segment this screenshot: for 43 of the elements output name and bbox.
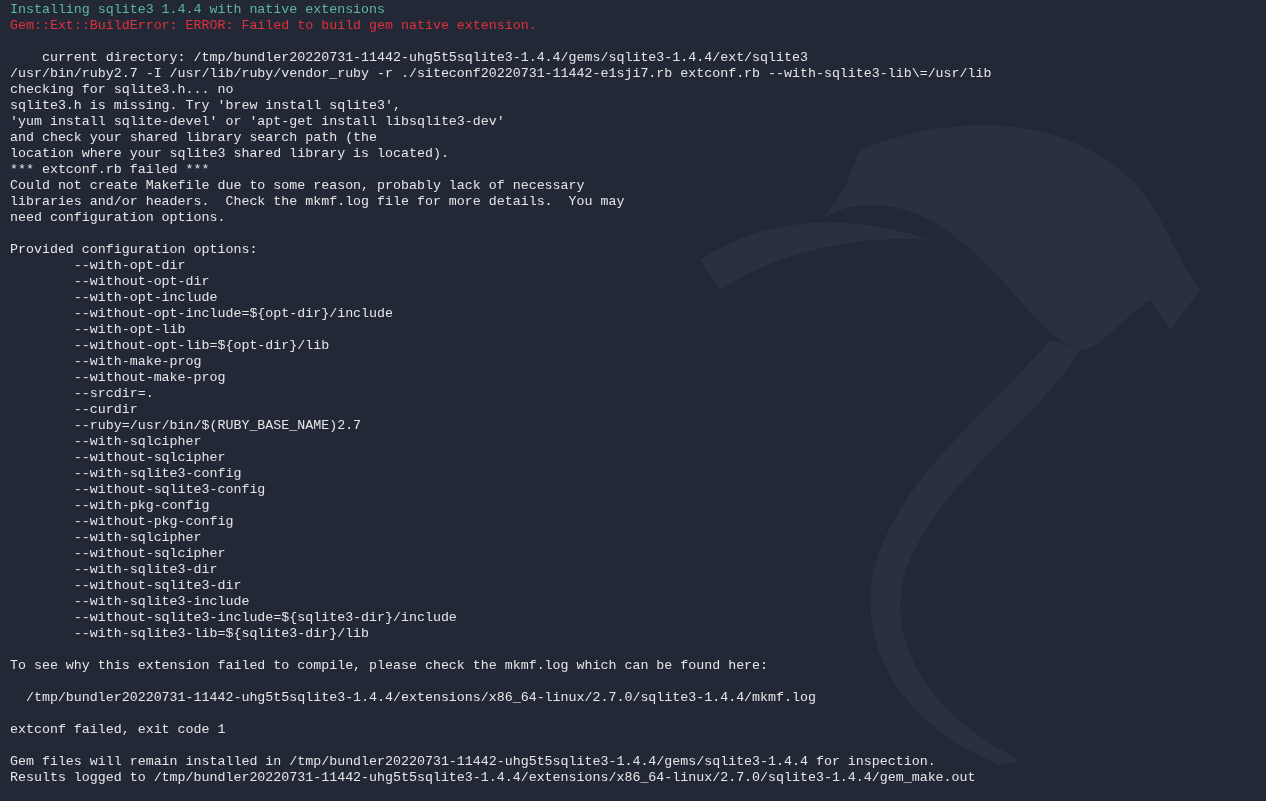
output-line: --with-pkg-config bbox=[72, 498, 210, 513]
output-line: /tmp/bundler20220731-11442-uhg5t5sqlite3-1.4.4/extensions/x86_64-linux/2.7.0/sqlite3-1.4.4/mkmf.log bbox=[24, 690, 816, 705]
output-line: --with-opt-include bbox=[72, 290, 218, 305]
error-line: Gem::Ext::BuildError: ERROR: Failed to build gem native extension. bbox=[10, 18, 537, 33]
output-line: --with-sqlite3-include bbox=[72, 594, 250, 609]
output-line: and check your shared library search path (the bbox=[10, 130, 378, 145]
output-line: location where your sqlite3 shared library is located). bbox=[10, 146, 449, 161]
output-line: --without-make-prog bbox=[72, 370, 226, 385]
output-line: --with-make-prog bbox=[72, 354, 202, 369]
output-line: --ruby=/usr/bin/$(RUBY_BASE_NAME)2.7 bbox=[72, 418, 362, 433]
output-line: libraries and/or headers. Check the mkmf.log file for more details. You may bbox=[10, 194, 625, 209]
output-line: --with-opt-dir bbox=[72, 258, 186, 273]
output-line: --without-sqlite3-include=${sqlite3-dir}/include bbox=[72, 610, 457, 625]
output-line: --without-pkg-config bbox=[72, 514, 234, 529]
output-line: --with-sqlite3-lib=${sqlite3-dir}/lib bbox=[72, 626, 370, 641]
output-line: --with-sqlite3-dir bbox=[72, 562, 218, 577]
output-line: --without-sqlite3-dir bbox=[72, 578, 242, 593]
output-line: Provided configuration options: bbox=[10, 242, 258, 257]
output-line: --with-sqlite3-config bbox=[72, 466, 242, 481]
output-line: Results logged to /tmp/bundler20220731-11442-uhg5t5sqlite3-1.4.4/extensions/x86_64-linux/2.7.0/sqlite3-1.4.4/gem_make.out bbox=[10, 770, 976, 785]
output-line: /usr/bin/ruby2.7 -I /usr/lib/ruby/vendor_ruby -r ./siteconf20220731-11442-e1sji7.rb extconf.rb --with-sqlite3-lib\=/usr/lib bbox=[10, 66, 992, 81]
output-line: --without-sqlcipher bbox=[72, 546, 226, 561]
output-line: --without-sqlite3-config bbox=[72, 482, 266, 497]
output-line: --without-opt-include=${opt-dir}/include bbox=[72, 306, 393, 321]
output-line: *** extconf.rb failed *** bbox=[10, 162, 210, 177]
output-line: Gem files will remain installed in /tmp/bundler20220731-11442-uhg5t5sqlite3-1.4.4/gems/sqlite3-1.4.4 for inspection. bbox=[10, 754, 936, 769]
output-line: --without-opt-lib=${opt-dir}/lib bbox=[72, 338, 330, 353]
output-line: --without-opt-dir bbox=[72, 274, 210, 289]
output-line: --srcdir=. bbox=[72, 386, 154, 401]
output-line: need configuration options. bbox=[10, 210, 226, 225]
output-line: --without-sqlcipher bbox=[72, 450, 226, 465]
output-line: current directory: /tmp/bundler20220731-11442-uhg5t5sqlite3-1.4.4/gems/sqlite3-1.4.4/ext/sqlite3 bbox=[40, 50, 808, 65]
output-line: sqlite3.h is missing. Try 'brew install sqlite3', bbox=[10, 98, 401, 113]
output-line: 'yum install sqlite-devel' or 'apt-get install libsqlite3-dev' bbox=[10, 114, 505, 129]
output-line: Could not create Makefile due to some reason, probably lack of necessary bbox=[10, 178, 585, 193]
output-line: --with-sqlcipher bbox=[72, 530, 202, 545]
status-line: Installing sqlite3 1.4.4 with native extensions bbox=[10, 2, 386, 17]
output-line: To see why this extension failed to compile, please check the mkmf.log which can be found here: bbox=[10, 658, 769, 673]
output-line: extconf failed, exit code 1 bbox=[10, 722, 226, 737]
output-line: --with-opt-lib bbox=[72, 322, 186, 337]
output-line: checking for sqlite3.h... no bbox=[10, 82, 234, 97]
output-line: --curdir bbox=[72, 402, 138, 417]
output-line: --with-sqlcipher bbox=[72, 434, 202, 449]
